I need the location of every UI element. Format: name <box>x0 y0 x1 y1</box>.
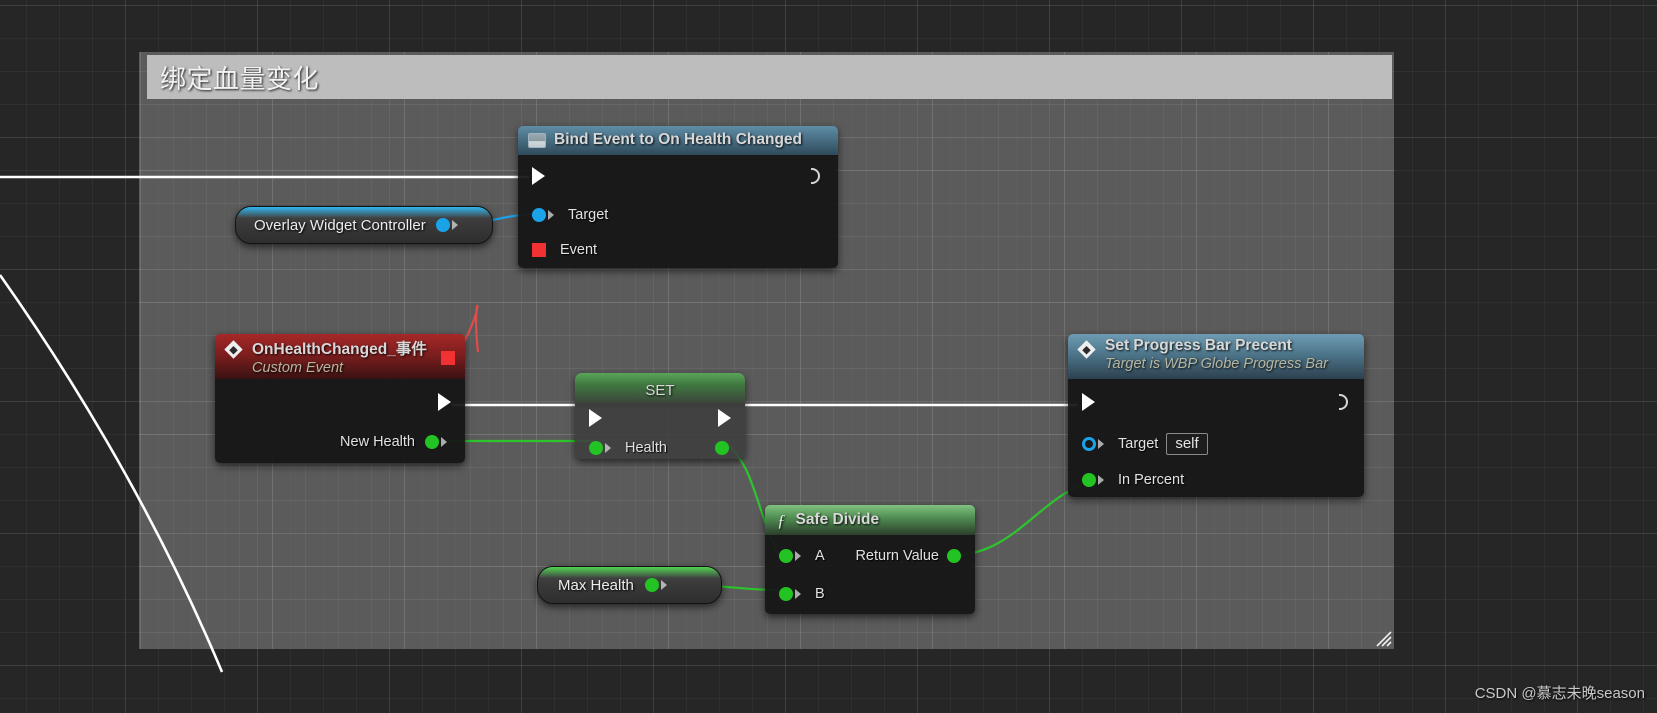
pin-nub-icon <box>605 443 617 453</box>
node-title: SET <box>645 381 675 399</box>
output-pin-float[interactable] <box>644 578 659 592</box>
pin-nub-icon <box>451 220 464 230</box>
pin-label-event: Event <box>560 242 598 258</box>
output-pin-return-value[interactable] <box>947 549 961 563</box>
node-header[interactable]: OnHealthChanged_事件 Custom Event <box>215 334 465 379</box>
node-subtitle: Target is WBP Globe Progress Bar <box>1105 356 1328 372</box>
pin-nub-icon <box>1098 439 1110 449</box>
pin-row-new-health: New Health <box>215 425 465 459</box>
pin-row-b: B <box>765 577 975 611</box>
pin-label-health: Health <box>625 440 667 456</box>
pin-nub-icon <box>795 589 807 599</box>
pin-label-a: A <box>815 548 825 564</box>
target-value-field[interactable]: self <box>1166 433 1208 455</box>
exec-out-pin[interactable] <box>811 168 820 184</box>
node-header[interactable]: Bind Event to On Health Changed <box>518 126 838 155</box>
exec-row <box>215 379 465 425</box>
pin-nub-icon <box>795 551 807 561</box>
node-header[interactable]: Set Progress Bar Precent Target is WBP G… <box>1068 334 1364 379</box>
node-subtitle: Custom Event <box>252 360 344 376</box>
pin-row-event: Event <box>518 233 838 267</box>
exec-row <box>518 155 838 197</box>
node-safe-divide[interactable]: ƒ Safe Divide A Return Value B <box>765 505 975 614</box>
new-health-output-pin[interactable] <box>425 435 439 449</box>
comment-box-header[interactable]: 绑定血量变化 <box>147 55 1392 99</box>
node-header[interactable]: SET <box>575 373 745 407</box>
comment-title: 绑定血量变化 <box>160 63 320 94</box>
exec-out-pin[interactable] <box>438 393 451 411</box>
node-title: Overlay Widget Controller <box>254 216 426 234</box>
pin-label-in-percent: In Percent <box>1118 472 1185 488</box>
pin-row-target: Target self <box>1068 425 1364 463</box>
pin-nub-icon <box>1098 475 1110 485</box>
exec-in-pin[interactable] <box>589 409 602 427</box>
watermark: CSDN @慕志未晚season <box>1474 685 1645 702</box>
pin-nub-icon <box>441 437 453 447</box>
node-custom-event-on-health-changed[interactable]: OnHealthChanged_事件 Custom Event New Heal… <box>215 334 465 463</box>
node-body: Health <box>575 403 745 459</box>
exec-in-pin[interactable] <box>532 167 545 185</box>
pin-row-a: A Return Value <box>765 535 975 577</box>
output-pin-object[interactable] <box>435 218 450 232</box>
node-title: Max Health <box>558 576 634 594</box>
pin-row-target: Target <box>518 197 838 233</box>
target-self-pin[interactable] <box>1082 437 1096 451</box>
node-title: Safe Divide <box>795 511 880 528</box>
node-header-text: Set Progress Bar Precent Target is WBP G… <box>1105 334 1328 372</box>
exec-out-pin[interactable] <box>718 409 731 427</box>
node-header[interactable]: ƒ Safe Divide <box>765 505 975 535</box>
target-pin[interactable] <box>532 208 546 222</box>
node-title: Set Progress Bar Precent <box>1105 337 1292 354</box>
health-input-pin[interactable] <box>589 441 603 455</box>
comment-resize-handle[interactable] <box>1372 627 1392 647</box>
function-diamond-icon <box>1077 340 1096 359</box>
event-delegate-output-pin[interactable] <box>441 351 455 365</box>
event-diamond-icon <box>224 340 243 359</box>
pin-row-health: Health <box>575 433 745 459</box>
exec-row <box>1068 379 1364 425</box>
function-f-icon: ƒ <box>777 510 786 530</box>
exec-in-pin[interactable] <box>1082 393 1095 411</box>
node-set-progress-bar-precent[interactable]: Set Progress Bar Precent Target is WBP G… <box>1068 334 1364 497</box>
pin-label-b: B <box>815 586 825 602</box>
input-pin-b[interactable] <box>779 587 793 601</box>
node-bind-event-to-on-health-changed[interactable]: Bind Event to On Health Changed Target E… <box>518 126 838 268</box>
node-set-health[interactable]: SET Health <box>575 373 745 459</box>
pin-label-return-value: Return Value <box>855 548 939 564</box>
node-overlay-widget-controller[interactable]: Overlay Widget Controller <box>235 206 493 244</box>
node-body: Target self In Percent <box>1068 379 1364 497</box>
input-pin-a[interactable] <box>779 549 793 563</box>
node-max-health-variable[interactable]: Max Health <box>537 566 722 604</box>
pin-label-target: Target <box>1118 436 1159 452</box>
pin-row-in-percent: In Percent <box>1068 463 1364 497</box>
pin-label-new-health: New Health <box>340 434 415 450</box>
exec-row <box>575 403 745 433</box>
health-output-pin[interactable] <box>715 441 729 455</box>
node-body: New Health <box>215 379 465 463</box>
pin-nub-icon <box>548 210 560 220</box>
in-percent-pin[interactable] <box>1082 473 1096 487</box>
node-body: Target Event <box>518 155 838 268</box>
node-title: Bind Event to On Health Changed <box>554 131 803 148</box>
bind-event-icon <box>528 133 546 148</box>
pin-label-target: Target <box>568 207 609 223</box>
pin-nub-icon <box>660 580 673 590</box>
node-body: A Return Value B <box>765 535 975 614</box>
node-header-text: OnHealthChanged_事件 Custom Event <box>252 334 427 376</box>
node-title: OnHealthChanged_事件 <box>252 341 427 358</box>
exec-out-pin[interactable] <box>1339 394 1348 410</box>
event-delegate-pin[interactable] <box>532 243 546 257</box>
